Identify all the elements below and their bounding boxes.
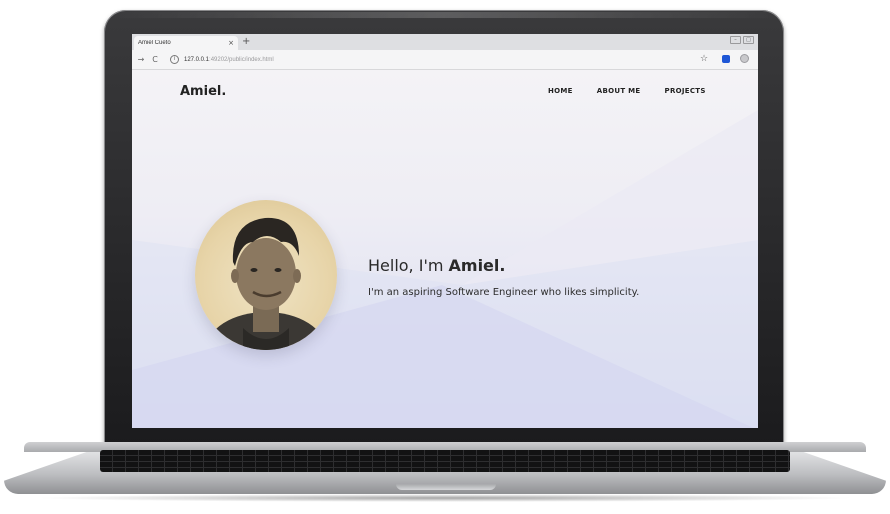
- profile-photo: [195, 200, 337, 350]
- browser-tab[interactable]: Amiel Cueto ×: [134, 36, 238, 50]
- minimize-button[interactable]: –: [730, 36, 741, 44]
- url-text: 127.0.0.1:49202/public/index.html: [184, 57, 274, 63]
- nav-projects-link[interactable]: PROJECTS: [665, 87, 706, 95]
- nav-about-link[interactable]: ABOUT ME: [597, 87, 641, 95]
- extension-icon[interactable]: [722, 55, 730, 63]
- laptop-keyboard: [100, 450, 790, 472]
- laptop-shadow: [34, 494, 856, 502]
- laptop-base: [4, 442, 886, 502]
- url-path: :49202/public/index.html: [209, 56, 274, 63]
- back-arrow-icon[interactable]: →: [134, 55, 148, 64]
- nav-home-link[interactable]: HOME: [548, 87, 573, 95]
- profile-icon[interactable]: [740, 54, 749, 63]
- laptop-lid-highlight: [106, 12, 782, 18]
- close-icon[interactable]: ×: [228, 39, 234, 47]
- portrait-illustration: [206, 217, 326, 350]
- info-icon[interactable]: i: [170, 55, 179, 64]
- tab-title: Amiel Cueto: [138, 40, 171, 46]
- maximize-button[interactable]: □: [743, 36, 754, 44]
- hero-greeting-prefix: Hello, I'm: [368, 256, 449, 275]
- site-logo[interactable]: Amiel.: [180, 84, 226, 99]
- star-icon[interactable]: ☆: [700, 54, 708, 64]
- hero-greeting: Hello, I'm Amiel.: [368, 256, 505, 275]
- laptop-screen: Amiel Cueto × + – □ → C i 127.0.0.1:4920…: [132, 34, 758, 428]
- browser-tab-bar: Amiel Cueto × + – □: [132, 34, 758, 50]
- hero-tagline: I'm an aspiring Software Engineer who li…: [368, 287, 640, 298]
- site-nav: HOME ABOUT ME PROJECTS: [548, 87, 730, 95]
- new-tab-icon[interactable]: +: [242, 36, 250, 48]
- laptop-notch: [396, 484, 496, 490]
- browser-toolbar: → C i 127.0.0.1:49202/public/index.html …: [132, 50, 758, 70]
- reload-icon[interactable]: C: [148, 55, 162, 64]
- url-host: 127.0.0.1: [184, 56, 210, 63]
- hero-name: Amiel.: [448, 256, 506, 275]
- web-page: Amiel. HOME ABOUT ME PROJECTS Hello, I'm…: [132, 70, 758, 428]
- address-bar[interactable]: i 127.0.0.1:49202/public/index.html: [168, 53, 686, 66]
- window-controls: – □: [730, 36, 754, 44]
